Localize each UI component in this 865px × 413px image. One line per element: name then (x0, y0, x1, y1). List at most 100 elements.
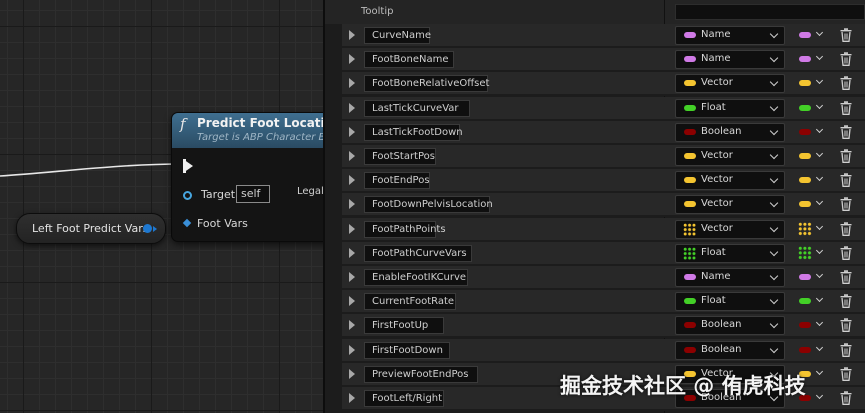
trash-icon[interactable] (840, 367, 852, 381)
variable-type-dropdown[interactable]: Vector (675, 219, 785, 239)
variable-type-dropdown[interactable]: Name (675, 26, 785, 45)
variable-type-label: Boolean (701, 125, 742, 137)
expand-arrow-icon[interactable] (349, 272, 355, 282)
node-header[interactable]: f Predict Foot Location Target is ABP Ch… (172, 113, 323, 148)
trash-icon[interactable] (840, 173, 852, 188)
expand-arrow-icon[interactable] (349, 78, 355, 89)
expand-arrow-icon[interactable] (349, 368, 355, 379)
container-type-dropdown[interactable] (798, 27, 826, 43)
predict-foot-location-node[interactable]: f Predict Foot Location Target is ABP Ch… (172, 113, 323, 241)
pin-type-icon (684, 346, 696, 353)
variable-name-field[interactable]: LastTickCurveVar (364, 99, 470, 117)
container-type-dropdown[interactable] (798, 342, 826, 358)
variable-name-field[interactable]: FootPathCurveVars (364, 244, 472, 262)
expand-arrow-icon[interactable] (349, 175, 355, 186)
container-type-dropdown[interactable] (798, 317, 826, 333)
variable-name-field[interactable]: FirstFootDown (364, 341, 450, 359)
variable-name-field[interactable]: EnableFootIKCurve (364, 269, 468, 286)
trash-icon[interactable] (840, 100, 852, 115)
expand-arrow-icon[interactable] (349, 126, 355, 137)
foot-vars-pin[interactable] (182, 218, 192, 228)
variable-type-dropdown[interactable]: Float (675, 98, 785, 118)
container-type-dropdown[interactable] (798, 245, 826, 261)
trash-icon[interactable] (840, 76, 852, 91)
exec-input-pin[interactable] (183, 159, 193, 173)
struct-output-pin[interactable] (143, 224, 157, 233)
expand-arrow-icon[interactable] (349, 54, 355, 65)
expand-arrow-icon[interactable] (349, 102, 355, 113)
expand-arrow-icon[interactable] (349, 247, 355, 258)
variable-type-label: Boolean (701, 343, 742, 355)
variable-type-dropdown[interactable]: Float (675, 292, 785, 312)
container-type-dropdown[interactable] (798, 51, 826, 67)
variable-name-field[interactable]: FootBoneName (364, 51, 454, 69)
container-type-dropdown[interactable] (798, 100, 826, 116)
variable-name-field[interactable]: FootStartPos (364, 148, 436, 165)
variable-type-dropdown[interactable]: Boolean (675, 122, 785, 142)
variable-type-dropdown[interactable]: Name (675, 268, 785, 287)
trash-icon[interactable] (840, 52, 852, 67)
expand-arrow-icon[interactable] (349, 320, 355, 331)
expand-arrow-icon[interactable] (349, 151, 355, 161)
container-type-dropdown[interactable] (798, 124, 826, 140)
target-pin[interactable] (183, 191, 192, 200)
variable-type-dropdown[interactable]: Vector (675, 74, 785, 94)
blueprint-graph[interactable]: f Predict Foot Location Target is ABP Ch… (0, 0, 323, 413)
variable-name-field[interactable]: PreviewFootEndPos (364, 365, 478, 383)
expand-arrow-icon[interactable] (349, 30, 355, 40)
container-type-dropdown[interactable] (798, 221, 826, 237)
target-self-field[interactable]: self (236, 185, 270, 203)
expand-arrow-icon[interactable] (349, 223, 355, 234)
chevron-down-icon (815, 174, 824, 182)
chevron-down-icon (769, 174, 779, 184)
expand-arrow-icon[interactable] (349, 393, 355, 403)
variable-name-field[interactable]: FootLeft/Right (364, 390, 444, 407)
pin-type-icon (684, 32, 696, 38)
expand-arrow-icon[interactable] (349, 344, 355, 355)
expand-arrow-icon[interactable] (349, 199, 355, 210)
trash-icon[interactable] (840, 197, 852, 212)
container-type-dropdown[interactable] (798, 293, 826, 309)
expand-arrow-icon[interactable] (349, 296, 355, 307)
variable-name-field[interactable]: FootBoneRelativeOffset (364, 75, 489, 93)
container-type-dropdown[interactable] (798, 196, 826, 212)
variable-type-dropdown[interactable]: Vector (675, 171, 785, 191)
variable-name-field[interactable]: FirstFootUp (364, 317, 444, 335)
variable-name-field[interactable]: LastTickFootDown (364, 123, 463, 141)
variable-name-field[interactable]: FootDownPelvisLocation (364, 196, 493, 214)
trash-icon[interactable] (840, 391, 852, 405)
variable-type-dropdown[interactable]: Vector (675, 195, 785, 215)
trash-icon[interactable] (840, 125, 852, 139)
tooltip-input[interactable] (675, 4, 865, 20)
array-container-icon (798, 245, 812, 260)
container-type-dropdown[interactable] (798, 269, 826, 285)
container-type-dropdown[interactable] (798, 172, 826, 188)
variable-name-field[interactable]: FootPathPoints (364, 220, 446, 238)
trash-icon[interactable] (840, 28, 852, 42)
variable-type-dropdown[interactable]: Boolean (675, 340, 785, 360)
single-container-icon (799, 128, 811, 135)
variable-type-dropdown[interactable]: Name (675, 50, 785, 70)
trash-icon[interactable] (840, 318, 852, 333)
variable-type-dropdown[interactable]: Float (675, 243, 785, 263)
trash-icon[interactable] (840, 149, 852, 163)
trash-icon[interactable] (840, 294, 852, 309)
trash-icon[interactable] (840, 270, 852, 284)
variable-name-field[interactable]: FootEndPos (364, 172, 430, 190)
variable-type-dropdown[interactable]: Boolean (675, 316, 785, 336)
trash-icon[interactable] (840, 342, 852, 357)
container-type-dropdown[interactable] (798, 148, 826, 164)
single-container-icon (799, 201, 811, 208)
single-container-icon (799, 80, 811, 87)
container-type-dropdown[interactable] (798, 75, 826, 91)
left-foot-predict-vars-node[interactable]: Left Foot Predict Vars (16, 213, 166, 244)
variable-name-field[interactable]: CurrentFootRate (364, 293, 456, 311)
single-container-icon (799, 274, 811, 280)
variable-type-dropdown[interactable]: Vector (675, 147, 785, 166)
trash-icon[interactable] (840, 221, 852, 236)
variable-type-label: Name (701, 53, 731, 65)
variable-name-field[interactable]: CurveName (364, 27, 431, 44)
chevron-down-icon (769, 199, 779, 208)
variable-type-label: Vector (701, 174, 733, 186)
trash-icon[interactable] (840, 246, 852, 260)
